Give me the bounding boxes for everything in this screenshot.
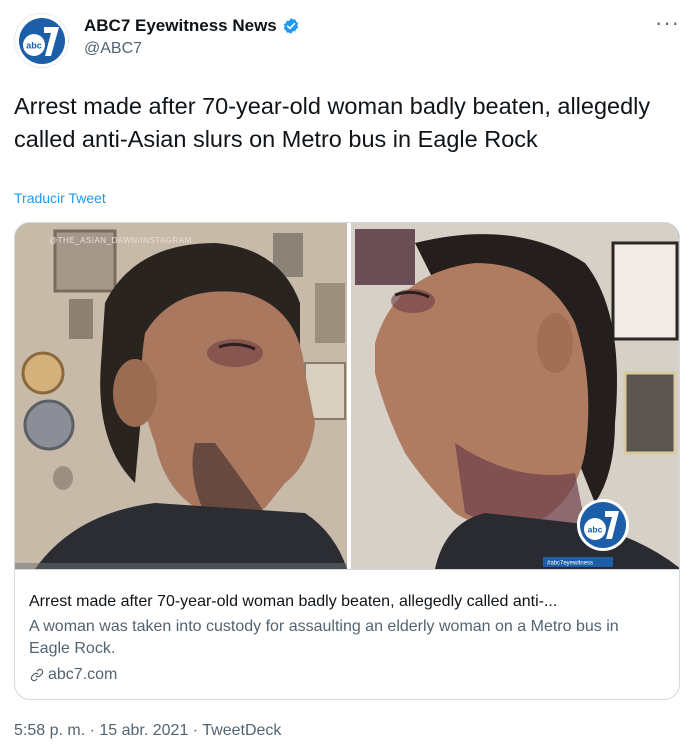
tweet-header: abc ABC7 Eyewitness News @ABC7 ··· [14, 12, 686, 68]
more-options-icon[interactable]: ··· [655, 12, 680, 34]
display-name[interactable]: ABC7 Eyewitness News [84, 16, 277, 36]
tweet: abc ABC7 Eyewitness News @ABC7 ··· Arres… [0, 0, 700, 752]
avatar[interactable]: abc [14, 13, 69, 68]
card-description: A woman was taken into custody for assau… [29, 618, 619, 657]
card-photo: abc #abc7eyewitness @THE_ASIAN_DAWN/INST… [15, 223, 679, 569]
svg-text:abc: abc [588, 525, 603, 535]
image-watermark: @THE_ASIAN_DAWN/INSTAGRAM [49, 236, 192, 245]
translate-tweet-link[interactable]: Traducir Tweet [14, 190, 106, 206]
handle[interactable]: @ABC7 [84, 40, 142, 58]
abc7-logo: abc [18, 17, 65, 64]
image-hashtag: #abc7eyewitness [547, 561, 593, 567]
verified-badge-icon [283, 18, 298, 34]
link-icon [30, 668, 44, 682]
card-domain-text: abc7.com [48, 666, 118, 683]
card-title[interactable]: Arrest made after 70-year-old woman badl… [29, 592, 667, 612]
name-row: ABC7 Eyewitness News [84, 16, 300, 36]
link-card[interactable]: abc #abc7eyewitness @THE_ASIAN_DAWN/INST… [14, 222, 680, 700]
card-image[interactable]: abc #abc7eyewitness @THE_ASIAN_DAWN/INST… [15, 223, 679, 569]
card-domain[interactable]: abc7.com [29, 664, 667, 686]
svg-text:abc: abc [26, 40, 42, 50]
tweet-timestamp[interactable]: 5:58 p. m. · 15 abr. 2021 · TweetDeck [14, 722, 281, 740]
card-meta[interactable]: Arrest made after 70-year-old woman badl… [15, 569, 679, 699]
tweet-text: Arrest made after 70-year-old woman badl… [14, 93, 651, 152]
